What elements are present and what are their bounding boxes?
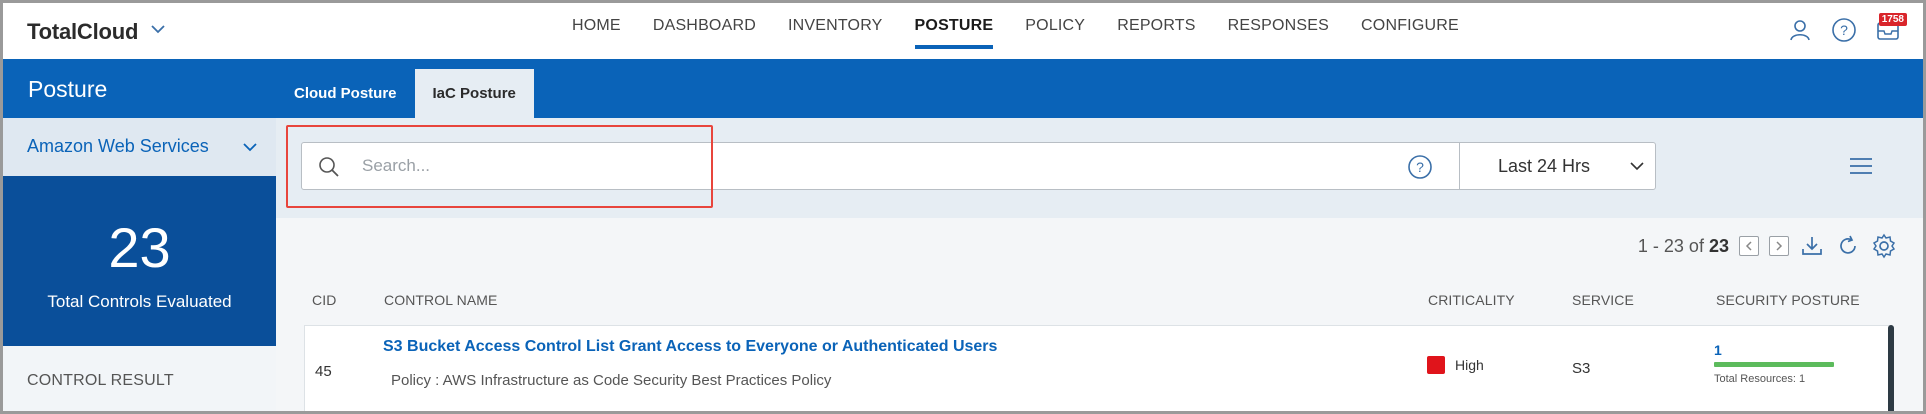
account-selector[interactable]: Amazon Web Services bbox=[3, 118, 276, 176]
nav-reports[interactable]: REPORTS bbox=[1101, 3, 1211, 59]
stat-value: 23 bbox=[108, 216, 171, 279]
main-content: ? Last 24 Hrs 1 - 23 of 23 CID CONTROL N… bbox=[276, 118, 1923, 414]
col-control-name[interactable]: CONTROL NAME bbox=[384, 292, 497, 308]
main-nav: HOME DASHBOARD INVENTORY POSTURE POLICY … bbox=[556, 3, 1475, 59]
stat-label: Total Controls Evaluated bbox=[47, 292, 232, 311]
tab-iac-posture[interactable]: IaC Posture bbox=[414, 69, 534, 118]
col-security-posture[interactable]: SECURITY POSTURE bbox=[1716, 292, 1860, 308]
user-icon[interactable] bbox=[1785, 15, 1815, 45]
nav-inventory[interactable]: INVENTORY bbox=[772, 3, 899, 59]
prev-page-icon[interactable] bbox=[1739, 236, 1759, 256]
chevron-down-icon bbox=[243, 143, 257, 152]
col-service[interactable]: SERVICE bbox=[1572, 292, 1634, 308]
col-cid[interactable]: CID bbox=[312, 292, 336, 308]
nav-dashboard[interactable]: DASHBOARD bbox=[637, 3, 772, 59]
row-policy: Policy : AWS Infrastructure as Code Secu… bbox=[391, 372, 832, 389]
help-icon[interactable]: ? bbox=[1407, 154, 1433, 180]
control-result-heading: CONTROL RESULT bbox=[27, 372, 174, 389]
row-security-posture: 1 Total Resources: 1 bbox=[1714, 342, 1844, 385]
search-highlight-box bbox=[286, 125, 713, 208]
notification-badge: 1758 bbox=[1878, 13, 1907, 26]
page-title: Posture bbox=[28, 76, 108, 102]
scrollbar-thumb[interactable] bbox=[1888, 325, 1894, 414]
col-criticality[interactable]: CRITICALITY bbox=[1428, 292, 1515, 308]
posture-value-link[interactable]: 1 bbox=[1714, 342, 1844, 358]
top-navigation-bar: TotalCloud HOME DASHBOARD INVENTORY POST… bbox=[3, 3, 1923, 59]
account-label: Amazon Web Services bbox=[27, 136, 209, 156]
row-service: S3 bbox=[1572, 360, 1591, 377]
pager-total: 23 bbox=[1708, 235, 1729, 256]
row-control-name-link[interactable]: S3 Bucket Access Control List Grant Acce… bbox=[383, 338, 997, 356]
brand-title[interactable]: TotalCloud bbox=[27, 19, 138, 45]
svg-text:?: ? bbox=[1840, 22, 1848, 38]
refresh-icon[interactable] bbox=[1835, 233, 1861, 259]
nav-posture[interactable]: POSTURE bbox=[899, 3, 1010, 59]
tab-cloud-posture[interactable]: Cloud Posture bbox=[276, 69, 415, 118]
hamburger-menu-icon[interactable] bbox=[1847, 154, 1875, 178]
table-header: CID CONTROL NAME CRITICALITY SERVICE SEC… bbox=[276, 288, 1923, 312]
chevron-down-icon[interactable] bbox=[148, 19, 168, 39]
left-sidebar: Amazon Web Services 23 Total Controls Ev… bbox=[3, 118, 276, 414]
row-criticality: High bbox=[1427, 356, 1484, 374]
pager-text: 1 - 23 of 23 bbox=[1638, 236, 1729, 257]
chevron-down-icon bbox=[1630, 162, 1644, 171]
time-range-select[interactable]: Last 24 Hrs bbox=[1459, 142, 1655, 190]
posture-tabs: Cloud Posture IaC Posture bbox=[276, 69, 534, 118]
search-toolbar: ? Last 24 Hrs bbox=[276, 118, 1923, 218]
download-icon[interactable] bbox=[1799, 233, 1825, 259]
nav-responses[interactable]: RESPONSES bbox=[1212, 3, 1345, 59]
nav-policy[interactable]: POLICY bbox=[1009, 3, 1101, 59]
posture-bar bbox=[1714, 362, 1834, 367]
nav-configure[interactable]: CONFIGURE bbox=[1345, 3, 1475, 59]
settings-icon[interactable] bbox=[1871, 233, 1897, 259]
table-row[interactable]: 45 S3 Bucket Access Control List Grant A… bbox=[304, 325, 1892, 414]
svg-text:?: ? bbox=[1416, 159, 1424, 175]
help-icon[interactable]: ? bbox=[1829, 15, 1859, 45]
section-header: Posture Cloud Posture IaC Posture bbox=[3, 59, 1923, 118]
criticality-indicator bbox=[1427, 356, 1445, 374]
criticality-label: High bbox=[1455, 357, 1484, 373]
time-range-label: Last 24 Hrs bbox=[1498, 155, 1591, 176]
next-page-icon[interactable] bbox=[1769, 236, 1789, 256]
pagination: 1 - 23 of 23 bbox=[1638, 233, 1897, 259]
row-cid: 45 bbox=[315, 363, 332, 380]
pager-range: 1 - 23 of bbox=[1637, 235, 1704, 256]
controls-stat-card: 23 Total Controls Evaluated bbox=[3, 176, 276, 346]
nav-home[interactable]: HOME bbox=[556, 3, 637, 59]
posture-total-resources: Total Resources: 1 bbox=[1714, 373, 1806, 385]
